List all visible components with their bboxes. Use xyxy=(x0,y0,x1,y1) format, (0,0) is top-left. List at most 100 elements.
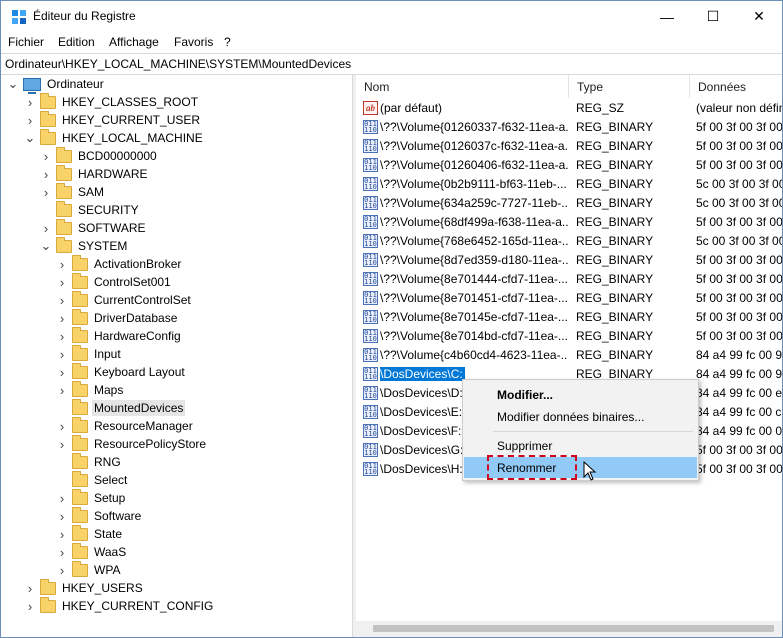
tree-item[interactable]: ⌄ HKEY_LOCAL_MACHINE xyxy=(24,128,205,147)
tree-item[interactable]: › Input xyxy=(56,344,123,363)
key-tree-pane[interactable]: ⌄ Ordinateur › HKEY_CLASSES_ROOT › HKEY_CURRE… xyxy=(1,75,353,637)
chevron-right-icon[interactable]: › xyxy=(24,597,36,615)
tree-item[interactable]: ⌄ SYSTEM xyxy=(40,236,129,255)
tree-item[interactable]: › HKEY_CURRENT_CONFIG xyxy=(24,596,215,615)
chevron-right-icon[interactable]: › xyxy=(40,165,52,183)
tree-item[interactable]: › ActivationBroker xyxy=(56,254,183,273)
tree-item[interactable]: SECURITY xyxy=(40,200,141,219)
chevron-right-icon[interactable]: › xyxy=(56,273,68,291)
binary-value-icon: 011 110 xyxy=(363,443,378,457)
tree-item[interactable]: › HKEY_USERS xyxy=(24,578,145,597)
value-name: \DosDevices\G: xyxy=(380,443,464,457)
value-name-cell: \??\Volume{0b2b9111-bf63-11eb-... xyxy=(380,177,568,191)
menu-edition[interactable]: Edition xyxy=(58,35,95,49)
binary-value-icon: 011 110 xyxy=(363,272,378,286)
tree-item[interactable]: › ResourcePolicyStore xyxy=(56,434,208,453)
registry-value-row[interactable]: 011 110 \??\Volume{0b2b9111-bf63-11eb-... R… xyxy=(356,175,782,194)
chevron-right-icon[interactable]: › xyxy=(56,255,68,273)
chevron-right-icon[interactable]: › xyxy=(56,543,68,561)
registry-value-row[interactable]: 011 110 \??\Volume{01260337-f632-11ea-a...… xyxy=(356,118,782,137)
context-menu-delete[interactable]: Supprimer xyxy=(464,435,697,456)
chevron-right-icon[interactable]: › xyxy=(56,489,68,507)
registry-value-row[interactable]: 011 110 \??\Volume{8d7ed359-d180-11ea-... R… xyxy=(356,251,782,270)
address-path[interactable]: Ordinateur\HKEY_LOCAL_MACHINE\SYSTEM\Mou… xyxy=(5,57,351,71)
chevron-down-icon[interactable]: ⌄ xyxy=(24,129,36,147)
registry-value-row[interactable]: 011 110 \??\Volume{8e70145e-cfd7-11ea-... R… xyxy=(356,308,782,327)
registry-value-row[interactable]: 011 110 \??\Volume{634a259c-7727-11eb-... R… xyxy=(356,194,782,213)
registry-value-row[interactable]: 011 110 \??\Volume{0126037c-f632-11ea-a...… xyxy=(356,137,782,156)
tree-item[interactable]: › SOFTWARE xyxy=(40,218,148,237)
chevron-right-icon[interactable]: › xyxy=(24,579,36,597)
value-data: 5f 00 3f 00 3f 00 xyxy=(696,272,782,286)
chevron-right-icon[interactable]: › xyxy=(56,345,68,363)
registry-value-row[interactable]: 011 110 \??\Volume{768e6452-165d-11ea-... R… xyxy=(356,232,782,251)
tree-item[interactable]: › BCD00000000 xyxy=(40,146,159,165)
chevron-right-icon[interactable]: › xyxy=(56,435,68,453)
menu-fichier[interactable]: Fichier xyxy=(8,35,44,49)
folder-icon xyxy=(40,596,56,613)
chevron-right-icon[interactable]: › xyxy=(56,417,68,435)
value-type: REG_SZ xyxy=(576,101,625,115)
tree-item[interactable]: › WPA xyxy=(56,560,122,579)
tree-item[interactable]: MountedDevices xyxy=(56,398,186,417)
tree-item[interactable]: › HKEY_CURRENT_USER xyxy=(24,110,202,129)
tree-item[interactable]: › ControlSet001 xyxy=(56,272,173,291)
context-menu-modify-binary[interactable]: Modifier données binaires... xyxy=(464,406,697,427)
chevron-right-icon[interactable]: › xyxy=(40,219,52,237)
chevron-right-icon[interactable]: › xyxy=(56,561,68,579)
tree-item[interactable]: › State xyxy=(56,524,124,543)
tree-item[interactable]: › Software xyxy=(56,506,143,525)
tree-item[interactable]: › Setup xyxy=(56,488,127,507)
horizontal-scrollbar-thumb[interactable] xyxy=(373,625,774,632)
tree-item[interactable]: › HARDWARE xyxy=(40,164,150,183)
registry-value-row[interactable]: 011 110 \??\Volume{8e7014bd-cfd7-11ea-... R… xyxy=(356,327,782,346)
column-header-type[interactable]: Type xyxy=(569,75,690,98)
chevron-right-icon[interactable]: › xyxy=(56,327,68,345)
values-list-pane[interactable]: Nom Type Données ab (par défaut) REG_SZ (va… xyxy=(356,75,782,637)
tree-item[interactable]: › Maps xyxy=(56,380,125,399)
chevron-right-icon[interactable]: › xyxy=(56,363,68,381)
tree-item[interactable]: › SAM xyxy=(40,182,106,201)
registry-value-row[interactable]: 011 110 \??\Volume{68df499a-f638-11ea-a...… xyxy=(356,213,782,232)
chevron-right-icon[interactable]: › xyxy=(56,291,68,309)
string-value-icon: ab xyxy=(363,101,378,115)
menu-affichage[interactable]: Affichage xyxy=(109,35,159,49)
chevron-down-icon[interactable]: ⌄ xyxy=(40,237,52,255)
maximize-button[interactable]: ☐ xyxy=(690,1,736,32)
chevron-right-icon[interactable]: › xyxy=(56,525,68,543)
tree-item[interactable]: Select xyxy=(56,470,129,489)
chevron-right-icon[interactable]: › xyxy=(56,309,68,327)
column-header-data[interactable]: Données xyxy=(690,75,782,98)
tree-item[interactable]: › HKEY_CLASSES_ROOT xyxy=(24,92,200,111)
tree-item[interactable]: › Keyboard Layout xyxy=(56,362,187,381)
address-bar[interactable]: Ordinateur\HKEY_LOCAL_MACHINE\SYSTEM\Mou… xyxy=(1,53,782,75)
binary-value-icon: 011 110 xyxy=(363,158,378,172)
context-menu-modify[interactable]: Modifier... xyxy=(464,384,697,405)
chevron-right-icon[interactable]: › xyxy=(40,147,52,165)
chevron-down-icon[interactable]: ⌄ xyxy=(7,75,19,93)
menu-favoris[interactable]: Favoris xyxy=(174,35,213,49)
menu-help[interactable]: ? xyxy=(224,35,231,49)
registry-value-row[interactable]: 011 110 \??\Volume{8e701451-cfd7-11ea-... R… xyxy=(356,289,782,308)
pane-splitter[interactable] xyxy=(353,75,355,637)
close-button[interactable]: ✕ xyxy=(736,1,782,32)
tree-item[interactable]: › ResourceManager xyxy=(56,416,195,435)
chevron-right-icon[interactable]: › xyxy=(24,93,36,111)
title-bar[interactable]: Éditeur du Registre — ☐ ✕ xyxy=(1,1,782,32)
registry-value-row[interactable]: 011 110 \??\Volume{01260406-f632-11ea-a...… xyxy=(356,156,782,175)
column-header-name[interactable]: Nom xyxy=(356,75,569,98)
registry-value-row[interactable]: 011 110 \??\Volume{8e701444-cfd7-11ea-... R… xyxy=(356,270,782,289)
registry-value-row[interactable]: ab (par défaut) REG_SZ (valeur non défini xyxy=(356,99,782,118)
registry-value-row[interactable]: 011 110 \??\Volume{c4b60cd4-4623-11ea-... R… xyxy=(356,346,782,365)
tree-item[interactable]: › HardwareConfig xyxy=(56,326,183,345)
tree-item[interactable]: › DriverDatabase xyxy=(56,308,179,327)
chevron-right-icon[interactable]: › xyxy=(40,183,52,201)
tree-item[interactable]: RNG xyxy=(56,452,123,471)
chevron-right-icon[interactable]: › xyxy=(56,507,68,525)
minimize-button[interactable]: — xyxy=(644,1,690,32)
chevron-right-icon[interactable]: › xyxy=(56,381,68,399)
chevron-right-icon[interactable]: › xyxy=(24,111,36,129)
tree-item[interactable]: › CurrentControlSet xyxy=(56,290,193,309)
tree-item[interactable]: ⌄ Ordinateur xyxy=(7,75,106,94)
tree-item[interactable]: › WaaS xyxy=(56,542,128,561)
